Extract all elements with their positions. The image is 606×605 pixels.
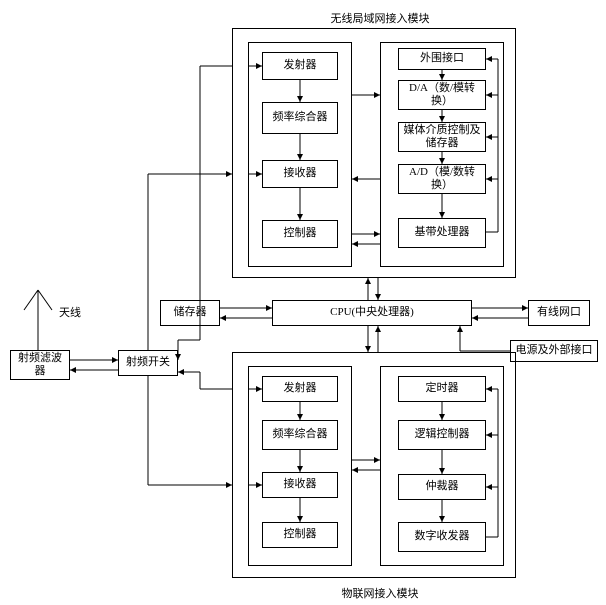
iot-receiver: 接收器 [262,472,338,498]
iot-transmitter: 发射器 [262,376,338,402]
wlan-periph-iface: 外围接口 [398,48,486,70]
wlan-transmitter: 发射器 [262,52,338,80]
antenna-label: 天线 [50,304,90,320]
iot-transceiver: 数字收发器 [398,522,486,552]
iot-controller: 控制器 [262,522,338,548]
iot-module-title: 物联网接入模块 [310,585,450,601]
wlan-baseband: 基带处理器 [398,218,486,248]
iot-synthesizer: 频率综合器 [262,420,338,450]
power-iface-box: 电源及外部接口 [510,340,598,362]
iot-logic-ctrl: 逻辑控制器 [398,420,486,450]
wlan-module-title: 无线局域网接入模块 [300,10,460,26]
wlan-ad: A/D（模/数转换） [398,164,486,194]
memory-box: 储存器 [160,300,220,326]
wired-port-box: 有线网口 [528,300,590,326]
rf-filter-box: 射频滤波器 [10,350,70,380]
wlan-da: D/A（数/模转换） [398,80,486,110]
iot-arbiter: 仲裁器 [398,474,486,500]
wlan-receiver: 接收器 [262,160,338,188]
iot-timer: 定时器 [398,376,486,402]
wlan-controller: 控制器 [262,220,338,248]
cpu-box: CPU(中央处理器) [272,300,472,326]
rf-switch-box: 射频开关 [118,350,178,376]
wlan-synthesizer: 频率综合器 [262,102,338,134]
wlan-mac: 媒体介质控制及储存器 [398,122,486,152]
